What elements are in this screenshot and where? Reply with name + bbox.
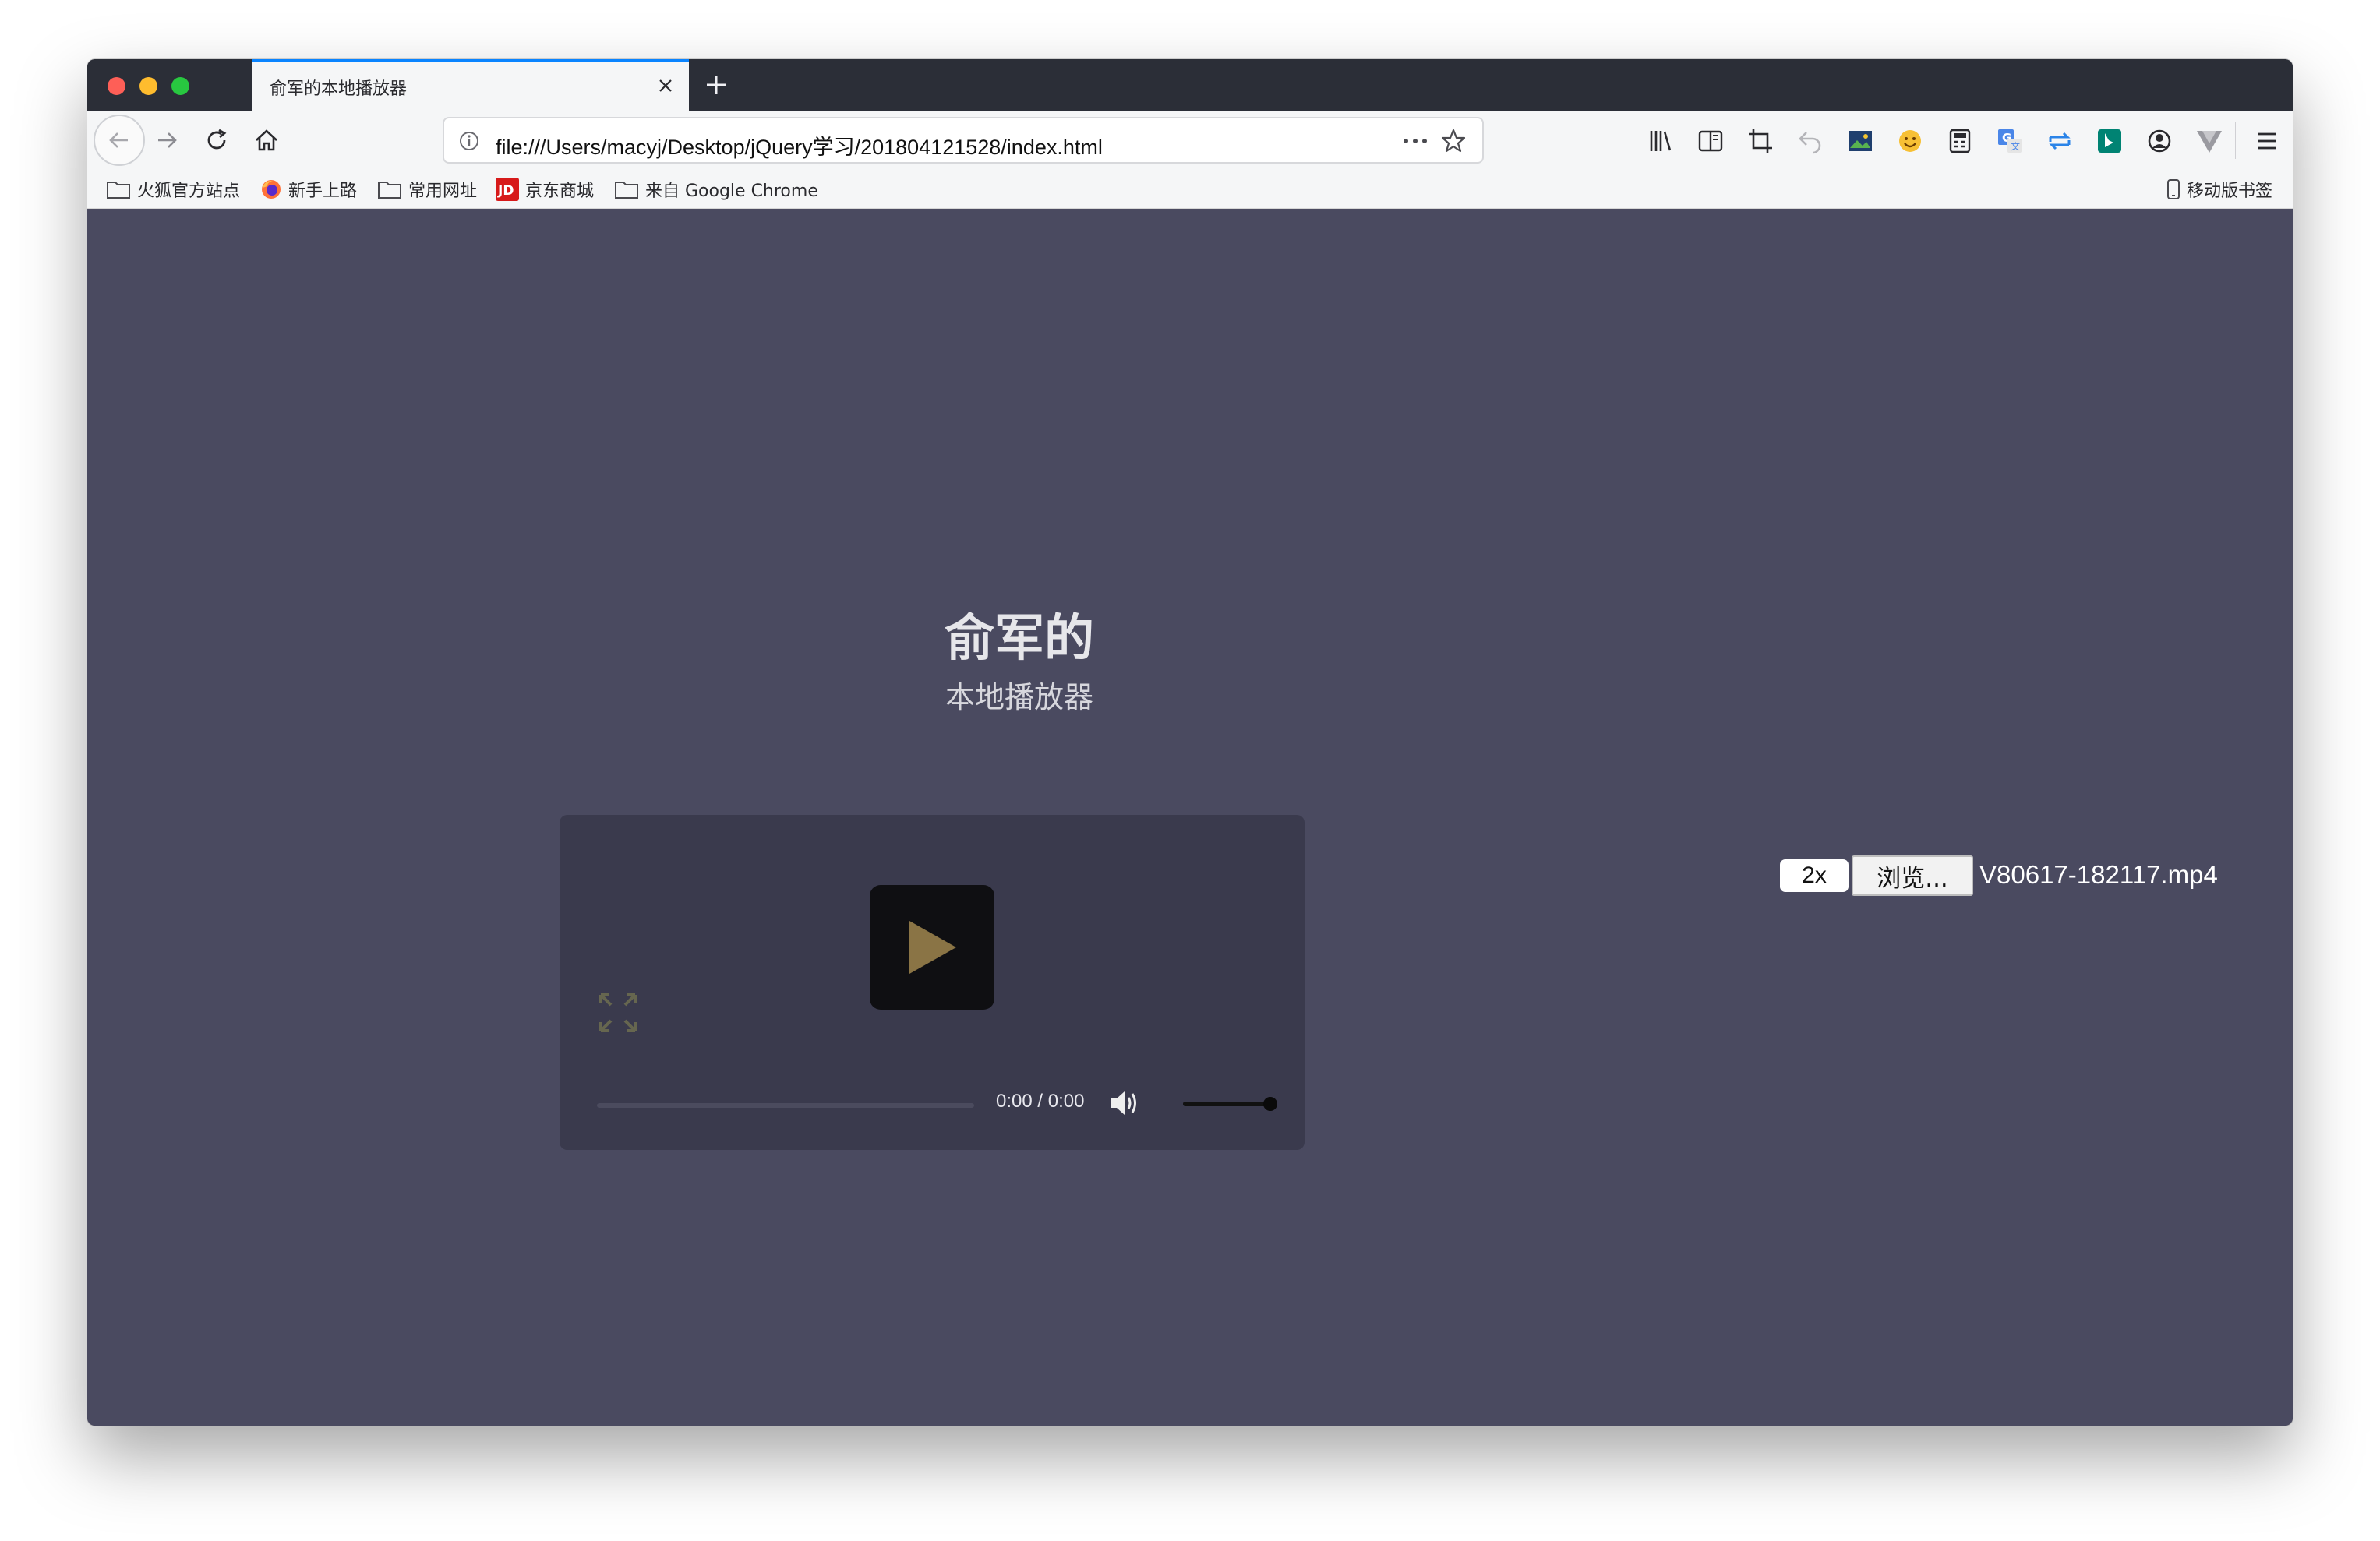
account-icon[interactable] xyxy=(2145,126,2174,156)
firefox-icon xyxy=(262,180,281,199)
folder-icon xyxy=(378,182,401,199)
svg-text:JD: JD xyxy=(497,183,514,199)
close-tab-icon[interactable] xyxy=(656,76,675,95)
bookmark-label: 火狐官方站点 xyxy=(137,182,241,201)
new-tab-icon[interactable] xyxy=(703,72,729,98)
navigation-toolbar: file:///Users/macyj/Desktop/jQuery学习/201… xyxy=(87,111,2293,170)
bookmark-label: 京东商城 xyxy=(525,182,595,201)
screenshot-crop-icon[interactable] xyxy=(1746,126,1775,156)
volume-handle[interactable] xyxy=(1263,1097,1277,1111)
home-button[interactable] xyxy=(252,126,281,154)
library-icon[interactable] xyxy=(1646,126,1676,156)
sidebar-icon[interactable] xyxy=(1696,126,1725,156)
play-icon xyxy=(909,921,956,974)
volume-icon[interactable] xyxy=(1108,1088,1142,1119)
sync-icon[interactable] xyxy=(2045,126,2075,156)
video-player[interactable]: 0:00 / 0:00 xyxy=(560,815,1305,1150)
forward-button[interactable] xyxy=(153,126,181,154)
vue-devtools-icon[interactable] xyxy=(2195,126,2224,156)
tab-title: 俞军的本地播放器 xyxy=(270,79,408,99)
bookmark-label: 来自 Google Chrome xyxy=(645,182,818,201)
bookmark-item[interactable]: 新手上路 xyxy=(260,178,357,201)
folder-icon xyxy=(615,182,638,199)
minimize-window-button[interactable] xyxy=(139,77,157,95)
page-title: 俞军的 xyxy=(945,610,1094,668)
play-button[interactable] xyxy=(870,885,994,1010)
forward-arrow-icon xyxy=(158,132,177,148)
url-bar[interactable]: file:///Users/macyj/Desktop/jQuery学习/201… xyxy=(443,117,1484,164)
volume-fill xyxy=(1183,1102,1270,1106)
toolbar-separator xyxy=(2235,122,2236,159)
playback-speed-button[interactable]: 2x xyxy=(1780,859,1849,892)
menu-icon[interactable] xyxy=(2252,126,2282,156)
bookmark-item[interactable]: JD 京东商城 xyxy=(496,178,594,201)
bookmark-label: 常用网址 xyxy=(408,182,478,201)
info-icon[interactable] xyxy=(458,130,480,152)
tab-strip: 俞军的本地播放器 xyxy=(87,59,2293,111)
page-actions-icon[interactable] xyxy=(1401,132,1429,150)
time-display: 0:00 / 0:00 xyxy=(996,1091,1085,1112)
back-arrow-icon xyxy=(109,132,128,148)
translate-icon[interactable]: G 文 xyxy=(1995,126,2025,156)
bookmark-star-icon[interactable] xyxy=(1440,128,1467,154)
mobile-phone-icon xyxy=(2167,179,2180,199)
emoji-icon[interactable] xyxy=(1895,126,1925,156)
folder-icon xyxy=(107,182,130,199)
undo-icon[interactable] xyxy=(1796,126,1825,156)
reload-icon xyxy=(207,129,227,150)
page-content: 俞军的 本地播放器 0:00 / 0:00 2x 浏览... V80617-18… xyxy=(87,209,2293,1426)
mobile-bookmarks[interactable]: 移动版书签 xyxy=(2166,178,2272,201)
mobile-bookmarks-label: 移动版书签 xyxy=(2187,182,2273,201)
svg-text:文: 文 xyxy=(2011,140,2020,152)
progress-bar[interactable] xyxy=(597,1103,974,1108)
active-tab[interactable]: 俞军的本地播放器 xyxy=(252,59,689,111)
volume-slider[interactable] xyxy=(1183,1097,1277,1111)
selected-filename: V80617-182117.mp4 xyxy=(1979,860,2218,889)
image-extension-icon[interactable] xyxy=(1845,126,1875,156)
home-icon xyxy=(256,129,277,151)
reload-button[interactable] xyxy=(203,126,231,154)
url-text: file:///Users/macyj/Desktop/jQuery学习/201… xyxy=(496,136,1103,159)
bookmark-item[interactable]: 来自 Google Chrome xyxy=(614,178,818,201)
back-button[interactable] xyxy=(94,115,145,166)
bing-icon[interactable] xyxy=(2095,126,2124,156)
bookmarks-toolbar: 火狐官方站点 新手上路 常用网址 JD 京东商城 来自 Google Chrom… xyxy=(87,170,2293,209)
page-subtitle: 本地播放器 xyxy=(945,680,1093,714)
browser-window: 俞军的本地播放器 file:///Users/macyj/Desktop/jQu… xyxy=(87,59,2293,1426)
jd-icon: JD xyxy=(496,178,519,201)
bookmark-item[interactable]: 常用网址 xyxy=(377,178,477,201)
bookmark-label: 新手上路 xyxy=(288,182,358,201)
close-window-button[interactable] xyxy=(108,77,125,95)
calculator-icon[interactable] xyxy=(1945,126,1975,156)
browse-file-button[interactable]: 浏览... xyxy=(1852,855,1973,896)
maximize-window-button[interactable] xyxy=(171,77,189,95)
bookmark-item[interactable]: 火狐官方站点 xyxy=(106,178,240,201)
fullscreen-icon[interactable] xyxy=(599,993,637,1033)
